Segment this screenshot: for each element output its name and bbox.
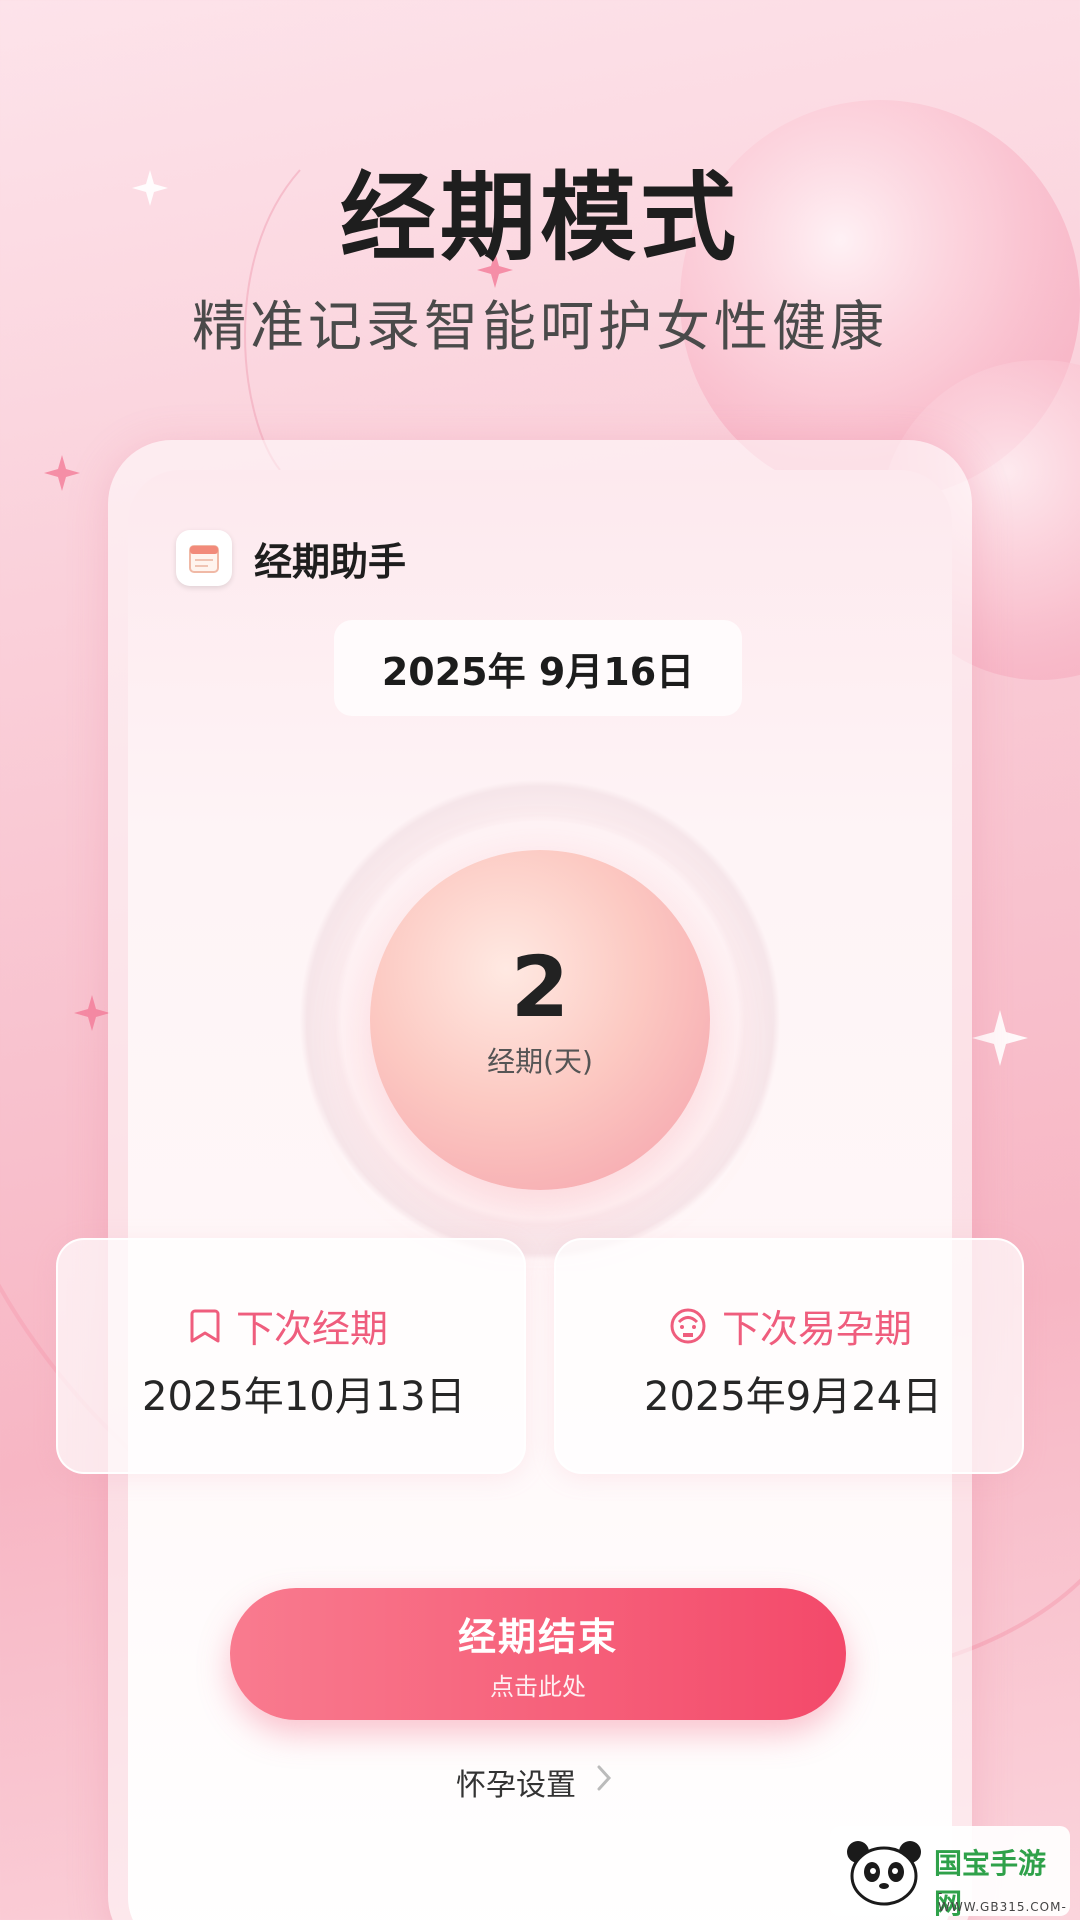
end-period-hint: 点击此处 [490, 1673, 586, 1701]
bookmark-icon [190, 1309, 220, 1342]
pregnancy-settings-link[interactable]: 怀孕设置 [456, 1760, 612, 1804]
app-header: 经期助手 [176, 530, 406, 586]
next-fertile-card[interactable]: 下次易孕期 2025年9月24日 [554, 1238, 1024, 1474]
next-fertile-label: 下次易孕期 [722, 1307, 913, 1351]
next-fertile-date: 2025年9月24日 [644, 1374, 943, 1420]
chevron-right-icon [596, 1764, 612, 1800]
period-day-label: 经期(天) [487, 1045, 593, 1078]
current-date[interactable]: 2025年 9月16日 [334, 620, 742, 716]
pregnancy-settings-label: 怀孕设置 [456, 1768, 576, 1803]
watermark-url: -WWW.GB315.COM- [938, 1886, 1067, 1914]
end-period-label: 经期结束 [457, 1615, 618, 1659]
app-name: 经期助手 [254, 539, 407, 584]
next-period-card[interactable]: 下次经期 2025年10月13日 [56, 1238, 526, 1474]
end-period-button[interactable]: 经期结束 点击此处 [230, 1588, 846, 1720]
period-progress-ring: 2 经期(天) [290, 770, 790, 1270]
panda-logo-icon [847, 1841, 921, 1906]
hero-subtitle: 精准记录智能呵护女性健康 [192, 295, 888, 358]
next-period-date: 2025年10月13日 [142, 1374, 466, 1420]
period-day-count: 2 [510, 938, 570, 1036]
baby-face-icon [670, 1308, 706, 1343]
next-fertile-title: 下次易孕期 [668, 1298, 912, 1353]
hero-title: 经期模式 [340, 162, 740, 274]
next-period-title: 下次经期 [188, 1298, 388, 1353]
site-watermark: 国宝手游网 -WWW.GB315.COM- [830, 1826, 1070, 1920]
next-period-label: 下次经期 [236, 1307, 389, 1351]
calendar-icon [176, 530, 232, 586]
